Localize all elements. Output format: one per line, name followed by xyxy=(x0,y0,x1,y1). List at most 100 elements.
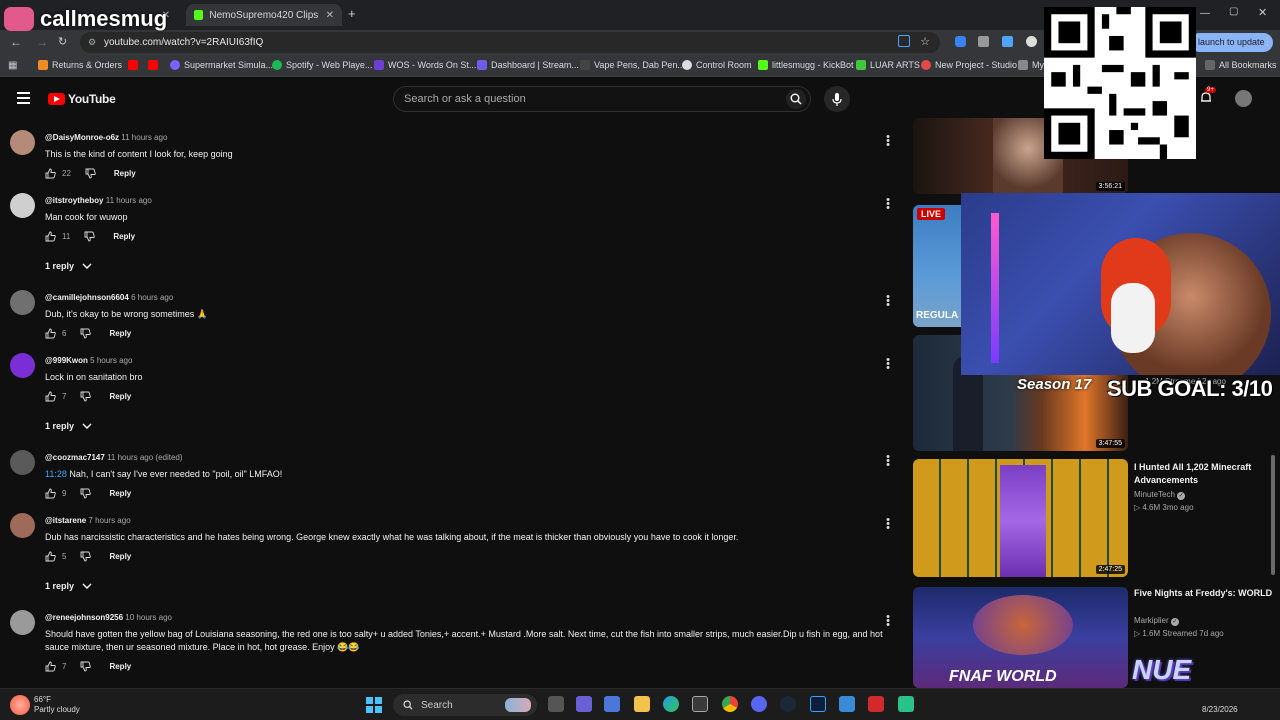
thumbs-up-icon[interactable] xyxy=(45,661,56,672)
video-thumbnail[interactable]: FNAF WORLD xyxy=(913,587,1128,688)
youtube-logo[interactable]: YouTube xyxy=(48,92,116,106)
bookmark-item[interactable]: WOS - Words On St... xyxy=(374,60,476,70)
more-options-icon[interactable]: • • • xyxy=(884,292,892,311)
thumbs-down-icon[interactable] xyxy=(80,488,92,499)
app-icon[interactable] xyxy=(898,696,914,712)
comment-author[interactable]: @itstarene xyxy=(45,516,86,525)
comment-time[interactable]: 11 hours ago xyxy=(106,196,152,205)
file-explorer-icon[interactable] xyxy=(634,696,650,712)
minimize-icon[interactable]: — xyxy=(1200,8,1210,19)
reply-button[interactable]: Reply xyxy=(109,552,131,561)
bookmark-item[interactable]: New Project - Studio xyxy=(921,60,1017,70)
forward-arrow-icon[interactable]: → xyxy=(36,35,48,49)
video-title[interactable]: Five Nights at Freddy's: WORLD xyxy=(1134,587,1274,600)
comment-time[interactable]: 6 hours ago xyxy=(131,293,173,302)
reload-icon[interactable]: ↻ xyxy=(58,35,67,48)
avatar[interactable] xyxy=(10,290,35,315)
bookmark-item[interactable]: LUAR ARTS xyxy=(856,60,920,70)
bookmark-item[interactable]: Dashboard | Stream... xyxy=(477,60,579,70)
app-icon[interactable] xyxy=(868,696,884,712)
search-button[interactable] xyxy=(786,89,806,109)
thumbs-down-icon[interactable] xyxy=(80,328,92,339)
view-replies-button[interactable]: 1 reply xyxy=(45,421,92,431)
weather-icon[interactable] xyxy=(10,695,30,715)
bookmark-item[interactable]: Supermarket Simula... xyxy=(170,60,273,70)
reply-button[interactable]: Reply xyxy=(109,392,131,401)
bookmark-item[interactable]: Control Room xyxy=(682,60,752,70)
more-options-icon[interactable]: • • • xyxy=(884,195,892,214)
sidebar-scrollbar[interactable] xyxy=(1271,455,1275,575)
address-input[interactable]: ⚙ youtube.com/watch?v=2RAIUI63fIQ ☆ xyxy=(80,32,940,53)
comment-time[interactable]: 11 hours ago (edited) xyxy=(107,453,182,462)
bookmark-item[interactable]: littlesmugg - KickBot xyxy=(758,60,854,70)
avatar[interactable] xyxy=(10,610,35,635)
edge-icon[interactable] xyxy=(663,696,679,712)
search-input[interactable]: Search or ask a question xyxy=(393,86,811,112)
new-tab-icon[interactable]: + xyxy=(348,6,356,21)
avatar[interactable] xyxy=(10,513,35,538)
browser-tab-active[interactable]: NemoSupremo420 Clips - Watc ✕ xyxy=(186,4,342,26)
video-title[interactable]: I Hunted All 1,202 Minecraft Advancement… xyxy=(1134,461,1274,487)
extension-icon[interactable] xyxy=(1002,36,1013,47)
comment-time[interactable]: 7 hours ago xyxy=(88,516,130,525)
more-options-icon[interactable]: • • • xyxy=(884,355,892,374)
thumbs-up-icon[interactable] xyxy=(45,551,56,562)
video-thumbnail[interactable]: 2:47:25 xyxy=(913,459,1128,577)
comment-time[interactable]: 11 hours ago xyxy=(121,133,167,142)
relaunch-update-button[interactable]: launch to update xyxy=(1190,33,1273,52)
reply-button[interactable]: Reply xyxy=(109,329,131,338)
apps-grid-icon[interactable]: ▦ xyxy=(8,60,17,71)
extension-icon[interactable] xyxy=(955,36,966,47)
extension-icon[interactable] xyxy=(1026,36,1037,47)
close-tab-icon[interactable]: ✕ xyxy=(326,10,334,21)
more-options-icon[interactable]: • • • xyxy=(884,452,892,471)
comment-author[interactable]: @camillejohnson6604 xyxy=(45,293,129,302)
comment-author[interactable]: @coozmac7147 xyxy=(45,453,105,462)
thumbs-up-icon[interactable] xyxy=(45,168,56,179)
reply-button[interactable]: Reply xyxy=(113,232,135,241)
thumbs-up-icon[interactable] xyxy=(45,391,56,402)
bookmark-item[interactable]: Vape Pens, Dab Pen... xyxy=(580,60,685,70)
app-icon[interactable] xyxy=(604,696,620,712)
view-replies-button[interactable]: 1 reply xyxy=(45,261,92,271)
comment-author[interactable]: @DaisyMonroe-o6z xyxy=(45,133,119,142)
channel-name[interactable]: MinuteTech ✓ xyxy=(1134,488,1186,501)
copilot-icon[interactable] xyxy=(576,696,592,712)
bookmark-star-icon[interactable]: ☆ xyxy=(920,35,930,48)
comment-author[interactable]: @itstroytheboy xyxy=(45,196,103,205)
weather-widget[interactable]: 66°F Partly cloudy xyxy=(34,695,80,715)
task-view-icon[interactable] xyxy=(548,696,564,712)
comment-author[interactable]: @reneejohnson9256 xyxy=(45,613,123,622)
bookmark-item[interactable]: My xyxy=(1018,60,1044,70)
more-options-icon[interactable]: • • • xyxy=(884,515,892,534)
thumbs-down-icon[interactable] xyxy=(80,391,92,402)
taskbar-search-box[interactable]: Search xyxy=(393,694,537,716)
thumbs-up-icon[interactable] xyxy=(45,488,56,499)
maximize-icon[interactable]: ▢ xyxy=(1229,6,1238,17)
view-replies-button[interactable]: 1 reply xyxy=(45,581,92,591)
more-options-icon[interactable]: • • • xyxy=(884,612,892,631)
chrome-icon[interactable] xyxy=(722,696,738,712)
bookmark-item[interactable] xyxy=(128,60,138,70)
extension-icon[interactable] xyxy=(978,36,989,47)
notepad-icon[interactable] xyxy=(839,696,855,712)
bookmark-item[interactable] xyxy=(148,60,158,70)
hamburger-menu-icon[interactable] xyxy=(17,92,30,104)
windows-start-icon[interactable] xyxy=(366,697,382,713)
window-close-icon[interactable]: ✕ xyxy=(1258,6,1267,19)
all-bookmarks-button[interactable]: All Bookmarks xyxy=(1205,60,1277,70)
comment-time[interactable]: 10 hours ago xyxy=(125,613,172,622)
thumbs-down-icon[interactable] xyxy=(80,551,92,562)
site-info-icon[interactable]: ⚙ xyxy=(88,37,96,48)
bookmark-item[interactable]: Returns & Orders xyxy=(38,60,122,70)
discord-icon[interactable] xyxy=(751,696,767,712)
reply-button[interactable]: Reply xyxy=(114,169,136,178)
comment-time[interactable]: 5 hours ago xyxy=(90,356,132,365)
thumbs-down-icon[interactable] xyxy=(80,661,92,672)
photoshop-icon[interactable] xyxy=(810,696,826,712)
bookmark-item[interactable]: Spotify - Web Playe... xyxy=(272,60,372,70)
cast-icon[interactable] xyxy=(898,35,910,47)
thumbs-down-icon[interactable] xyxy=(84,231,96,242)
reply-button[interactable]: Reply xyxy=(109,662,131,671)
notifications-button[interactable]: 9+ xyxy=(1200,87,1216,109)
